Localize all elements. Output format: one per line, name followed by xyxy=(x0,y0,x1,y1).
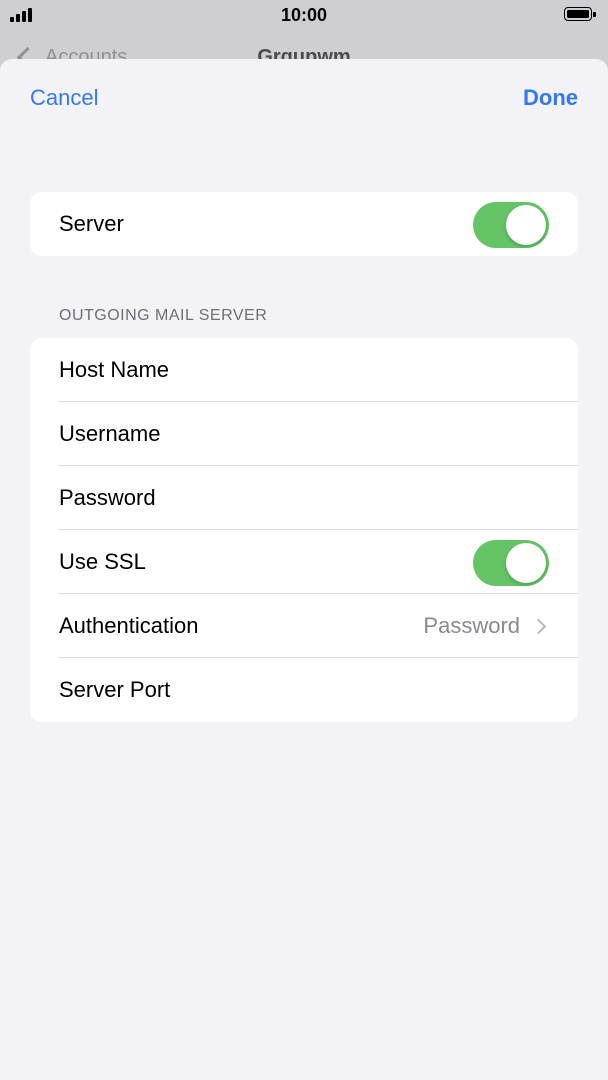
use-ssl-toggle[interactable] xyxy=(473,540,549,586)
server-port-row[interactable]: Server Port xyxy=(30,658,578,722)
server-label: Server xyxy=(59,211,124,236)
status-bar: 10:00 xyxy=(0,0,608,30)
authentication-row[interactable]: Authentication Password xyxy=(30,594,578,658)
server-toggle[interactable] xyxy=(473,202,549,248)
username-row[interactable]: Username xyxy=(30,402,578,466)
status-time: 10:00 xyxy=(280,5,328,25)
toggle-knob xyxy=(506,543,546,583)
server-group: Server xyxy=(30,192,578,256)
authentication-value: Password xyxy=(423,613,520,638)
username-label: Username xyxy=(59,421,161,446)
server-port-label: Server Port xyxy=(59,677,171,702)
host-name-label: Host Name xyxy=(59,357,170,382)
done-button[interactable]: Done xyxy=(523,85,578,111)
host-name-row[interactable]: Host Name xyxy=(30,338,578,402)
use-ssl-label: Use SSL xyxy=(59,549,146,574)
authentication-label: Authentication xyxy=(59,613,199,638)
outgoing-mail-server-group: Host Name Username Password Use SSL Auth… xyxy=(30,338,578,722)
outgoing-mail-server-header: OUTGOING MAIL SERVER xyxy=(59,307,268,324)
use-ssl-row[interactable]: Use SSL xyxy=(30,530,578,594)
server-settings-sheet: Cancel Done Server OUTGOING MAIL SERVER … xyxy=(0,59,608,1080)
background-title: Grqupwm xyxy=(257,46,351,60)
password-label: Password xyxy=(59,485,156,510)
cancel-button[interactable]: Cancel xyxy=(30,85,98,111)
battery-icon xyxy=(564,7,598,23)
background-nav-bar: Accounts Grqupwm xyxy=(0,30,608,60)
toggle-knob xyxy=(506,205,546,245)
password-row[interactable]: Password xyxy=(30,466,578,530)
chevron-right-icon xyxy=(530,618,547,635)
server-row[interactable]: Server xyxy=(30,192,578,256)
